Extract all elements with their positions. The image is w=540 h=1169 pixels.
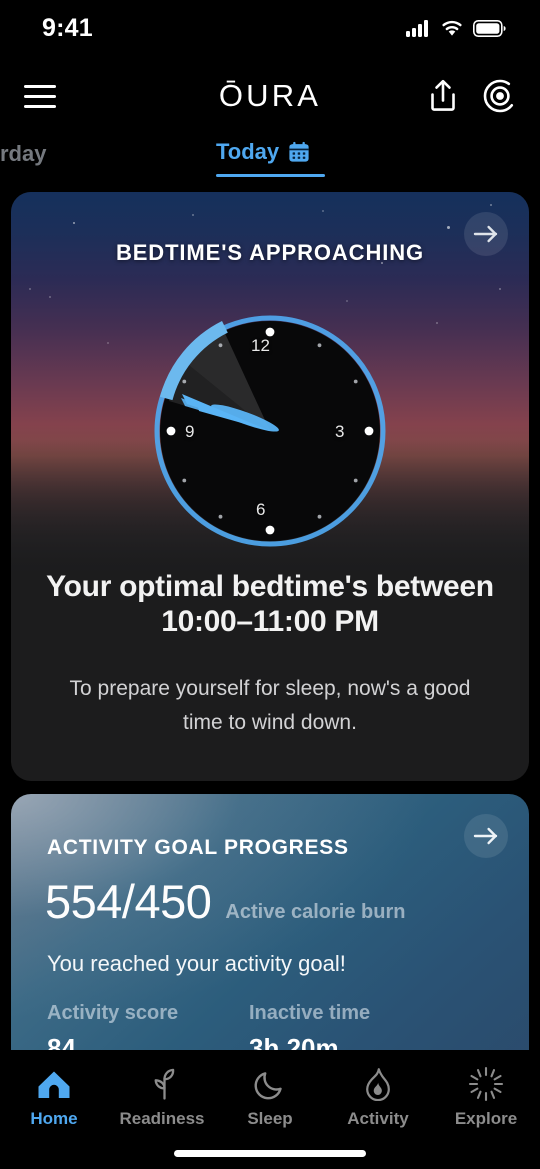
tab-today-underline [216,174,325,177]
tab-activity-label: Activity [347,1109,409,1128]
tab-today-label: Today [216,139,280,164]
status-bar-time: 9:41 [42,13,93,42]
status-bar-icons [406,19,506,37]
activity-card-value: 554/450 [45,875,212,928]
clock-tick-6 [265,525,275,535]
tab-explore-label: Explore [454,1109,518,1128]
activity-card-message: You reached your activity goal! [47,951,346,976]
oura-ring-status-icon[interactable] [482,78,518,114]
clock-number-3: 3 [335,422,345,441]
clock-tick-3 [364,426,374,436]
activity-card-value-label: Active calorie burn [225,901,406,923]
bedtime-clock: 12 3 6 9 [125,306,415,556]
tab-activity[interactable]: Activity [324,1058,432,1136]
tab-explore[interactable]: Explore [432,1058,540,1136]
arrow-right-icon [473,827,498,845]
tab-readiness[interactable]: Readiness [108,1058,216,1136]
tab-sleep-label: Sleep [247,1109,293,1128]
clock-tick-9 [166,426,176,436]
status-bar: 9:41 [0,0,540,56]
header-actions [426,78,518,114]
bedtime-card-kicker: BEDTIME'S APPROACHING [115,240,425,265]
activity-card-value-row: 554/450 Active calorie burn [45,874,405,929]
bedtime-card[interactable]: BEDTIME'S APPROACHING 12 3 6 9 Your opti… [11,192,529,781]
tab-sleep[interactable]: Sleep [216,1058,324,1136]
activity-stat-label: Activity score [47,1002,179,1024]
activity-goal-card[interactable]: ACTIVITY GOAL PROGRESS 554/450 Active ca… [11,794,529,1094]
day-tab-strip: rday Today [0,133,540,181]
home-indicator[interactable] [174,1150,366,1157]
brand-logo-text: ŌURA [218,78,322,113]
activity-stat-label: Inactive time [249,1002,371,1024]
tab-home-label: Home [30,1109,78,1128]
bottom-tab-bar: Home Readiness Sleep Activity Explore [0,1050,540,1169]
arrow-right-icon [473,225,498,243]
tab-today[interactable]: Today [216,139,310,165]
hamburger-menu-icon[interactable] [14,76,66,116]
activity-card-arrow-button[interactable] [464,814,508,858]
cellular-signal-icon [406,19,428,37]
moon-icon [253,1064,287,1104]
tab-home[interactable]: Home [0,1058,108,1136]
home-icon [36,1064,72,1104]
activity-card-kicker: ACTIVITY GOAL PROGRESS [47,836,349,859]
clock-number-12: 12 [251,336,270,355]
wifi-icon [442,20,462,36]
flame-icon [362,1064,394,1104]
bedtime-card-headline: Your optimal bedtime's between 10:00–11:… [46,570,494,639]
app-header: ŌURA [0,63,540,129]
sunburst-icon [468,1064,504,1104]
battery-icon [473,19,506,37]
bedtime-card-arrow-button[interactable] [464,212,508,256]
bottom-tab-bar-items: Home Readiness Sleep Activity Explore [0,1058,540,1136]
clock-number-6: 6 [256,500,266,519]
calendar-icon [289,141,309,162]
oura-home-screen: 9:41 ŌURA rday Today BEDTIME'S APPROACHI… [0,0,540,1169]
tab-readiness-label: Readiness [119,1109,205,1128]
share-icon[interactable] [426,78,460,114]
clock-number-9: 9 [185,422,195,441]
sprout-icon [145,1064,179,1104]
bedtime-card-subtext: To prepare yourself for sleep, now's a g… [69,677,471,734]
tab-yesterday[interactable]: rday [0,141,46,167]
bedtime-clock-svg [154,315,386,547]
